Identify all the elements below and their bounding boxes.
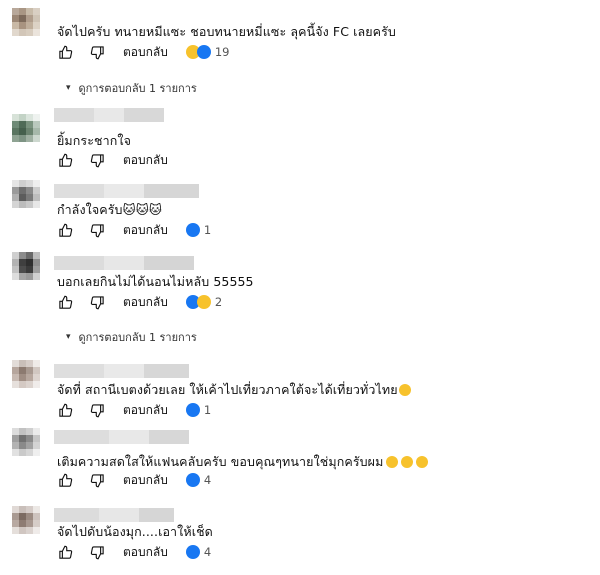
avatar[interactable]: [12, 8, 40, 36]
comment-text: จัดที่ สถานีเบตงด้วยเลย ให้เค้าไปเที่ยวภ…: [57, 380, 411, 400]
blurred-username: [54, 364, 189, 378]
thumbs-up-icon[interactable]: [57, 152, 73, 168]
like-reaction-icon: [185, 403, 200, 417]
blurred-username: [54, 184, 199, 198]
thumbs-up-icon[interactable]: [57, 472, 73, 488]
comment-actions: ตอบกลับ 4: [57, 542, 211, 562]
thumbs-down-icon[interactable]: [89, 544, 105, 560]
blurred-username: [54, 508, 174, 522]
comment-text: จัดไปครับ ทนายหมีแซะ ชอบทนายหมี่แซะ ลุคน…: [57, 24, 396, 39]
like-reaction-icon: [185, 545, 200, 559]
reply-button[interactable]: ตอบกลับ: [123, 151, 168, 170]
comment-actions: ตอบกลับ 19: [57, 42, 230, 62]
like-reaction-icon: [185, 473, 200, 487]
thumbs-up-icon[interactable]: [57, 44, 73, 60]
view-replies-label: ดูการตอบกลับ 1 รายการ: [78, 331, 197, 344]
reaction-count: 19: [214, 45, 230, 59]
thumbs-up-icon[interactable]: [57, 544, 73, 560]
thumbs-down-icon[interactable]: [89, 152, 105, 168]
comment-text-content: จัดที่ สถานีเบตงด้วยเลย ให้เค้าไปเที่ยวภ…: [57, 382, 398, 397]
avatar[interactable]: [12, 180, 40, 208]
reply-button[interactable]: ตอบกลับ: [123, 471, 168, 490]
avatar[interactable]: [12, 428, 40, 456]
thumbs-down-icon[interactable]: [89, 44, 105, 60]
reaction-summary[interactable]: 4: [185, 545, 212, 559]
comment-text: เติมความสดใสให้แฟนคลับครับ ขอบคุณๆทนายใช…: [57, 452, 429, 472]
comment-text: จัดไปดับน้องมุก....เอาให้เช็ด: [57, 524, 213, 539]
comment-text: ยิ้มกระชากใจ: [57, 133, 132, 148]
blurred-username: [54, 256, 194, 270]
avatar[interactable]: [12, 252, 40, 280]
chevron-down-icon: ▾: [66, 332, 71, 342]
thumbs-down-icon[interactable]: [89, 222, 105, 238]
chevron-down-icon: ▾: [66, 83, 71, 93]
like-reaction-icon: [196, 45, 211, 59]
reaction-summary[interactable]: 19: [185, 45, 230, 59]
blurred-username: [54, 430, 189, 444]
avatar[interactable]: [12, 114, 40, 142]
thumbs-down-icon[interactable]: [89, 402, 105, 418]
grinning-emoji-icon: [386, 456, 399, 468]
comment-text-content: เติมความสดใสให้แฟนคลับครับ ขอบคุณๆทนายใช…: [57, 454, 384, 469]
thumbs-down-icon[interactable]: [89, 294, 105, 310]
reaction-count: 4: [203, 545, 212, 559]
reaction-count: 1: [203, 223, 212, 237]
haha-reaction-icon: [196, 295, 211, 309]
reaction-summary[interactable]: 1: [185, 223, 212, 237]
reaction-count: 2: [214, 295, 223, 309]
grinning-emoji-icon: [401, 456, 414, 468]
reaction-summary[interactable]: 4: [185, 473, 212, 487]
comment-text: กำลังใจครับ🐱🐱🐱: [57, 202, 162, 217]
comment-actions: ตอบกลับ: [57, 150, 186, 170]
comment-text: บอกเลยกินไม่ได้นอนไม่หลับ 55555: [57, 274, 254, 289]
view-replies-button[interactable]: ▾ ดูการตอบกลับ 1 รายการ: [66, 79, 197, 97]
reaction-count: 4: [203, 473, 212, 487]
view-replies-label: ดูการตอบกลับ 1 รายการ: [78, 82, 197, 95]
rofl-emoji-icon: [398, 384, 411, 396]
comment-actions: ตอบกลับ 2: [57, 292, 222, 312]
comment-actions: ตอบกลับ 1: [57, 220, 211, 240]
like-reaction-icon: [185, 223, 200, 237]
view-replies-button[interactable]: ▾ ดูการตอบกลับ 1 รายการ: [66, 328, 197, 346]
reaction-summary[interactable]: 1: [185, 403, 212, 417]
grinning-emoji-icon: [416, 456, 429, 468]
avatar[interactable]: [12, 506, 40, 534]
thumbs-down-icon[interactable]: [89, 472, 105, 488]
reply-button[interactable]: ตอบกลับ: [123, 293, 168, 312]
reply-button[interactable]: ตอบกลับ: [123, 43, 168, 62]
thumbs-up-icon[interactable]: [57, 222, 73, 238]
reply-button[interactable]: ตอบกลับ: [123, 221, 168, 240]
comment-actions: ตอบกลับ 4: [57, 470, 211, 490]
blurred-username: [54, 108, 164, 122]
reaction-summary[interactable]: 2: [185, 295, 223, 309]
reply-button[interactable]: ตอบกลับ: [123, 401, 168, 420]
thumbs-up-icon[interactable]: [57, 402, 73, 418]
reply-button[interactable]: ตอบกลับ: [123, 543, 168, 562]
thumbs-up-icon[interactable]: [57, 294, 73, 310]
avatar[interactable]: [12, 360, 40, 388]
comment-actions: ตอบกลับ 1: [57, 400, 211, 420]
reaction-count: 1: [203, 403, 212, 417]
